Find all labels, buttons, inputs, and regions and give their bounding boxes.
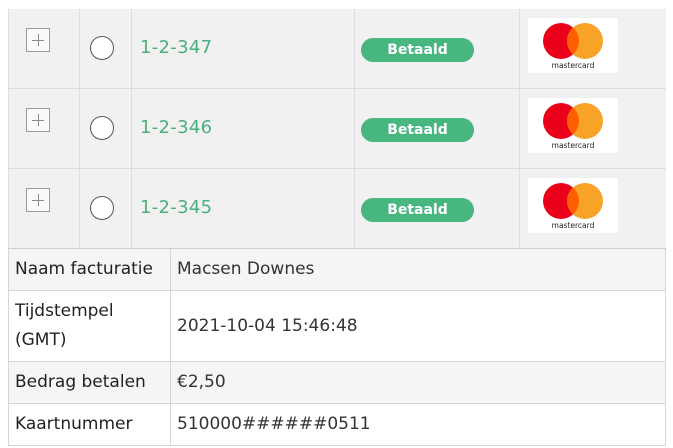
detail-row-amount: Bedrag betalen €2,50 xyxy=(8,362,666,404)
table-row: 1-2-346 Betaald mastercard xyxy=(8,89,666,169)
order-id-link[interactable]: 1-2-347 xyxy=(140,37,212,58)
status-badge: Betaald xyxy=(361,198,474,222)
table-row: 1-2-345 Betaald mastercard xyxy=(8,169,666,249)
detail-value: 2021-10-04 15:46:48 xyxy=(171,291,666,361)
expand-row-icon[interactable] xyxy=(26,108,50,132)
mastercard-logo-icon: mastercard xyxy=(528,178,618,233)
detail-label: Tijdstempel (GMT) xyxy=(8,291,171,361)
status-badge: Betaald xyxy=(361,38,474,62)
detail-value: €2,50 xyxy=(171,362,666,403)
row-select-radio[interactable] xyxy=(90,116,114,140)
detail-label: Naam facturatie xyxy=(8,249,171,290)
order-id-link[interactable]: 1-2-345 xyxy=(140,197,212,218)
detail-row-billing-name: Naam facturatie Macsen Downes xyxy=(8,249,666,291)
row-select-radio[interactable] xyxy=(90,196,114,220)
card-brand-label: mastercard xyxy=(552,221,595,230)
mastercard-logo-icon: mastercard xyxy=(528,18,618,73)
table-row: 1-2-347 Betaald mastercard xyxy=(8,9,666,89)
detail-label: Bedrag betalen xyxy=(8,362,171,403)
detail-label: Kaartnummer xyxy=(8,404,171,445)
detail-value: Macsen Downes xyxy=(171,249,666,290)
detail-row-card-number: Kaartnummer 510000######0511 xyxy=(8,404,666,446)
card-brand-label: mastercard xyxy=(552,141,595,150)
status-badge: Betaald xyxy=(361,118,474,142)
mastercard-logo-icon: mastercard xyxy=(528,98,618,153)
detail-row-timestamp: Tijdstempel (GMT) 2021-10-04 15:46:48 xyxy=(8,291,666,362)
order-id-link[interactable]: 1-2-346 xyxy=(140,117,212,138)
row-select-radio[interactable] xyxy=(90,36,114,60)
expand-row-icon[interactable] xyxy=(26,28,50,52)
card-brand-label: mastercard xyxy=(552,61,595,70)
expand-row-icon[interactable] xyxy=(26,188,50,212)
order-details-table: Naam facturatie Macsen Downes Tijdstempe… xyxy=(8,248,666,446)
detail-value: 510000######0511 xyxy=(171,404,666,445)
